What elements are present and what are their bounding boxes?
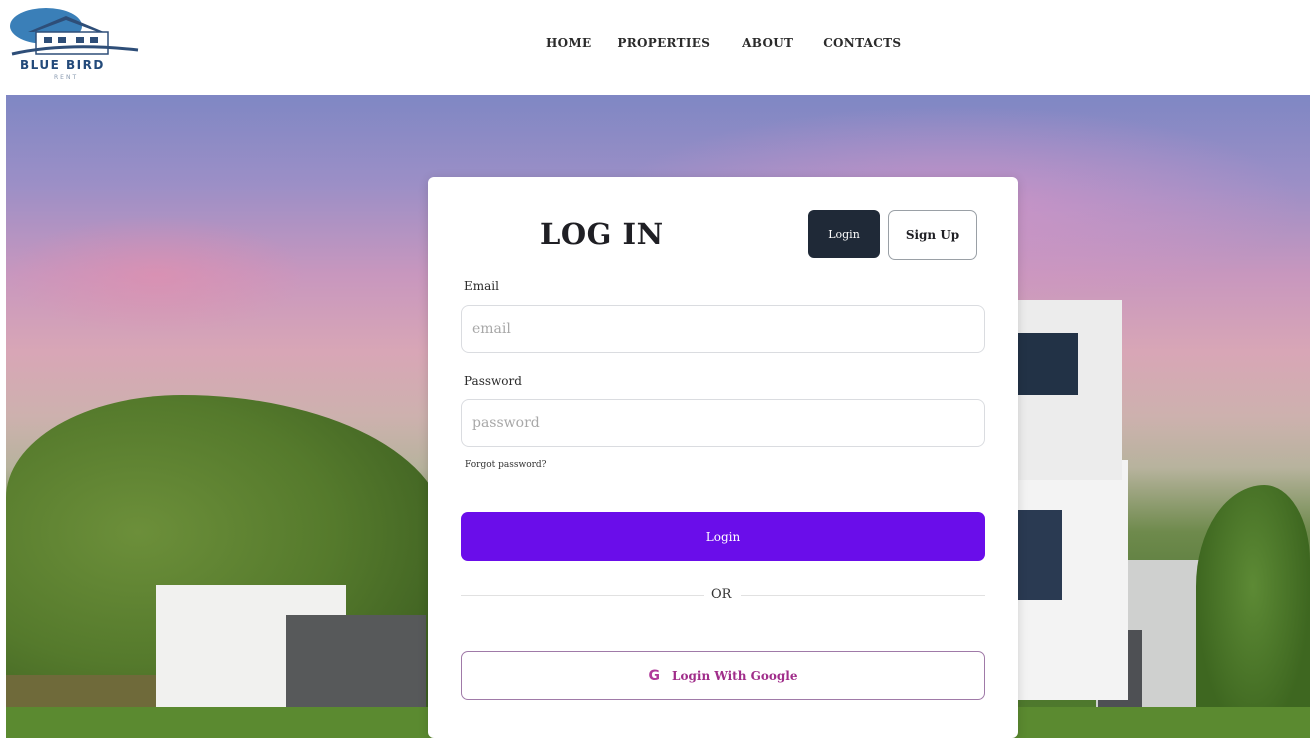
- google-icon: G: [648, 667, 661, 684]
- trees: [1196, 485, 1310, 738]
- main-nav: HOME PROPERTIES ABOUT CONTACTS: [546, 36, 901, 50]
- email-input[interactable]: [461, 305, 985, 353]
- building-window: [1018, 333, 1078, 395]
- tab-login[interactable]: Login: [808, 210, 880, 258]
- building-window: [1018, 510, 1062, 600]
- divider: [741, 595, 985, 596]
- page-title: LOG IN: [540, 217, 664, 251]
- logo[interactable]: BLUE BIRD RENT: [6, 4, 144, 88]
- password-label: Password: [464, 374, 522, 388]
- nav-home[interactable]: HOME: [546, 36, 591, 50]
- site-header: BLUE BIRD RENT HOME PROPERTIES ABOUT CON…: [0, 0, 1310, 95]
- logo-subtext: RENT: [54, 74, 79, 81]
- divider: [461, 595, 704, 596]
- email-label: Email: [464, 279, 499, 293]
- login-submit-button[interactable]: Login: [461, 512, 985, 561]
- forgot-password-link[interactable]: Forgot password?: [465, 460, 547, 470]
- password-input[interactable]: [461, 399, 985, 447]
- sky-glow: [6, 215, 306, 335]
- google-login-label: Login With Google: [672, 668, 798, 683]
- nav-about[interactable]: ABOUT: [742, 36, 793, 50]
- nav-properties[interactable]: PROPERTIES: [617, 36, 710, 50]
- google-login-button[interactable]: G Login With Google: [461, 651, 985, 700]
- logo-text: BLUE BIRD: [20, 58, 105, 72]
- nav-contacts[interactable]: CONTACTS: [823, 36, 901, 50]
- login-card: LOG IN Login Sign Up Email Password Forg…: [428, 177, 1018, 738]
- or-separator: OR: [711, 587, 732, 602]
- tab-signup[interactable]: Sign Up: [888, 210, 977, 260]
